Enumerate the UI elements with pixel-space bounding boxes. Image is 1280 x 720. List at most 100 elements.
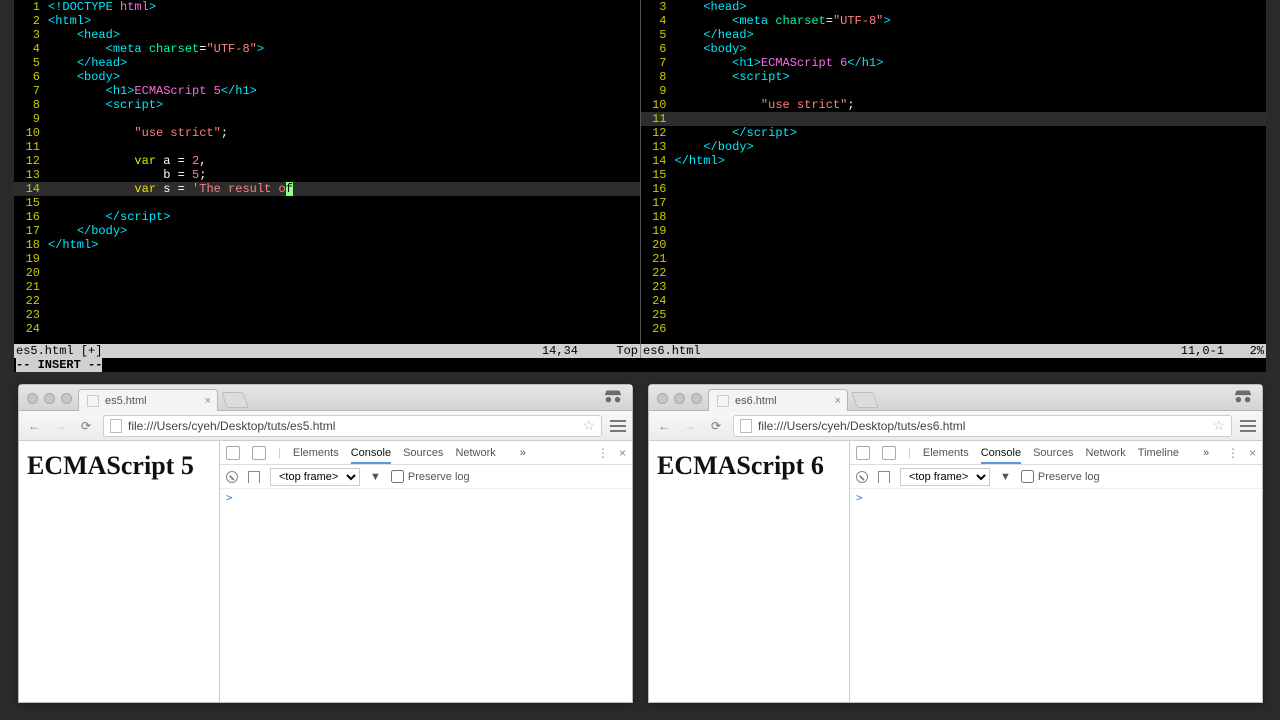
code-line[interactable]: 12 var a = 2, (14, 154, 640, 168)
code-line[interactable]: 10 "use strict"; (14, 126, 640, 140)
devtools-tab-elements[interactable]: Elements (923, 447, 969, 459)
devtools-close-icon[interactable]: × (619, 446, 626, 460)
devtools-tab-sources[interactable]: Sources (1033, 447, 1073, 459)
code-line[interactable]: 7 <h1>ECMAScript 5</h1> (14, 84, 640, 98)
close-window-icon[interactable] (657, 393, 668, 404)
reload-button[interactable]: ⟳ (707, 417, 725, 435)
code-line[interactable]: 25 (641, 308, 1267, 322)
devtools-tab-network[interactable]: Network (455, 447, 495, 459)
code-line[interactable]: 22 (14, 294, 640, 308)
tab-close-icon[interactable]: × (205, 395, 211, 407)
code-line[interactable]: 9 (14, 112, 640, 126)
code-line[interactable]: 1<!DOCTYPE html> (14, 0, 640, 14)
omnibox[interactable]: file:///Users/cyeh/Desktop/tuts/es5.html… (103, 415, 602, 437)
device-mode-icon[interactable] (882, 446, 896, 460)
bookmark-star-icon[interactable]: ☆ (1212, 417, 1225, 434)
code-line[interactable]: 18 (641, 210, 1267, 224)
code-line[interactable]: 23 (14, 308, 640, 322)
filter-icon[interactable] (878, 471, 890, 483)
inspect-element-icon[interactable] (856, 446, 870, 460)
frame-selector[interactable]: <top frame> (900, 468, 990, 486)
code-line[interactable]: 3 <head> (641, 0, 1267, 14)
code-line[interactable]: 13 b = 5; (14, 168, 640, 182)
code-line[interactable]: 18</html> (14, 238, 640, 252)
devtools-tab-sources[interactable]: Sources (403, 447, 443, 459)
menu-button[interactable] (1240, 420, 1256, 432)
code-line[interactable]: 8 <script> (14, 98, 640, 112)
code-line[interactable]: 15 (14, 196, 640, 210)
browser-tab[interactable]: es6.html × (708, 389, 848, 411)
zoom-window-icon[interactable] (691, 393, 702, 404)
console-output[interactable]: > (850, 489, 1262, 702)
devtools-tab-console[interactable]: Console (981, 447, 1021, 464)
code-line[interactable]: 20 (14, 266, 640, 280)
clear-console-icon[interactable] (226, 471, 238, 483)
code-line[interactable]: 26 (641, 322, 1267, 336)
clear-console-icon[interactable] (856, 471, 868, 483)
code-line[interactable]: 21 (14, 280, 640, 294)
devtools-close-icon[interactable]: × (1249, 446, 1256, 460)
devtools-more-tabs[interactable]: » (1203, 447, 1209, 459)
zoom-window-icon[interactable] (61, 393, 72, 404)
device-mode-icon[interactable] (252, 446, 266, 460)
omnibox[interactable]: file:///Users/cyeh/Desktop/tuts/es6.html… (733, 415, 1232, 437)
code-line[interactable]: 17 </body> (14, 224, 640, 238)
bookmark-star-icon[interactable]: ☆ (582, 417, 595, 434)
devtools-tab-timeline[interactable]: Timeline (1138, 447, 1179, 459)
forward-button[interactable]: → (681, 417, 699, 435)
vim-pane-right[interactable]: 3 <head>4 <meta charset="UTF-8">5 </head… (640, 0, 1267, 344)
new-tab-button[interactable] (851, 392, 879, 408)
code-line[interactable]: 6 <body> (641, 42, 1267, 56)
frame-selector[interactable]: <top frame> (270, 468, 360, 486)
code-line[interactable]: 8 <script> (641, 70, 1267, 84)
code-line[interactable]: 13 </body> (641, 140, 1267, 154)
code-line[interactable]: 6 <body> (14, 70, 640, 84)
code-line[interactable]: 19 (641, 224, 1267, 238)
minimize-window-icon[interactable] (674, 393, 685, 404)
vim-pane-left[interactable]: 1<!DOCTYPE html>2<html>3 <head>4 <meta c… (14, 0, 640, 344)
code-line[interactable]: 19 (14, 252, 640, 266)
code-line[interactable]: 24 (641, 294, 1267, 308)
minimize-window-icon[interactable] (44, 393, 55, 404)
code-line[interactable]: 20 (641, 238, 1267, 252)
menu-button[interactable] (610, 420, 626, 432)
code-line[interactable]: 9 (641, 84, 1267, 98)
inspect-element-icon[interactable] (226, 446, 240, 460)
code-line[interactable]: 12 </script> (641, 126, 1267, 140)
vim-command-line[interactable]: -- INSERT -- (14, 358, 1266, 372)
back-button[interactable]: ← (25, 417, 43, 435)
devtools-kebab-icon[interactable]: ⋮ (597, 446, 609, 460)
code-line[interactable]: 5 </head> (641, 28, 1267, 42)
code-line[interactable]: 4 <meta charset="UTF-8"> (14, 42, 640, 56)
console-output[interactable]: > (220, 489, 632, 702)
reload-button[interactable]: ⟳ (77, 417, 95, 435)
back-button[interactable]: ← (655, 417, 673, 435)
code-line[interactable]: 21 (641, 252, 1267, 266)
code-line[interactable]: 17 (641, 196, 1267, 210)
window-traffic-lights[interactable] (655, 393, 708, 410)
code-line[interactable]: 16 (641, 182, 1267, 196)
code-line[interactable]: 7 <h1>ECMAScript 6</h1> (641, 56, 1267, 70)
code-line[interactable]: 11 (14, 140, 640, 154)
filter-icon[interactable] (248, 471, 260, 483)
close-window-icon[interactable] (27, 393, 38, 404)
new-tab-button[interactable] (221, 392, 249, 408)
devtools-tab-network[interactable]: Network (1085, 447, 1125, 459)
browser-tab[interactable]: es5.html × (78, 389, 218, 411)
forward-button[interactable]: → (51, 417, 69, 435)
code-line[interactable]: 15 (641, 168, 1267, 182)
code-line[interactable]: 14 var s = 'The result of (14, 182, 640, 196)
code-line[interactable]: 4 <meta charset="UTF-8"> (641, 14, 1267, 28)
devtools-more-tabs[interactable]: » (520, 447, 526, 459)
window-traffic-lights[interactable] (25, 393, 78, 410)
devtools-tab-elements[interactable]: Elements (293, 447, 339, 459)
devtools-tab-console[interactable]: Console (351, 447, 391, 464)
code-line[interactable]: 16 </script> (14, 210, 640, 224)
tab-close-icon[interactable]: × (835, 395, 841, 407)
preserve-log-checkbox[interactable]: Preserve log (391, 470, 470, 483)
code-line[interactable]: 22 (641, 266, 1267, 280)
devtools-kebab-icon[interactable]: ⋮ (1227, 446, 1239, 460)
code-line[interactable]: 11 (641, 112, 1267, 126)
code-line[interactable]: 5 </head> (14, 56, 640, 70)
code-line[interactable]: 10 "use strict"; (641, 98, 1267, 112)
